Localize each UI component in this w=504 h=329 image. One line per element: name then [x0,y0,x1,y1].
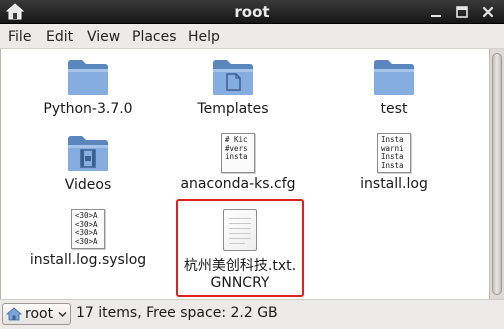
menu-file[interactable]: File [8,29,31,45]
file-item-python[interactable]: Python-3.7.0 [33,57,143,118]
close-icon[interactable] [480,4,496,20]
status-summary: 17 items, Free space: 2.2 GB [76,305,278,321]
text-document-icon: Insta warni Insta Insta [377,133,411,173]
folder-icon [374,60,414,95]
vertical-scrollbar[interactable] [489,49,504,299]
file-item-templates[interactable]: Templates [178,57,288,118]
title-bar[interactable]: root [0,0,504,24]
file-name: anaconda-ks.cfg [180,176,296,192]
text-document-icon: <30>A <30>A <30>A <30>A [71,209,105,249]
templates-folder-icon [213,60,253,95]
chevron-down-icon [58,311,67,318]
file-item-install-log[interactable]: Insta warni Insta Insta install.log [339,133,449,193]
menu-places[interactable]: Places [132,29,177,45]
file-name: install.log.syslog [29,252,147,268]
file-item-anaconda-ks[interactable]: # Kic #vers insta anaconda-ks.cfg [178,133,298,193]
file-name-line2: GNNCRY [210,275,270,291]
file-manager-window: root File Edit View Places Help Python-3… [0,0,504,329]
file-name: test [380,101,408,117]
file-item-install-log-syslog[interactable]: <30>A <30>A <30>A <30>A install.log.sysl… [23,209,153,269]
file-item-test[interactable]: test [339,57,449,118]
scrollbar-thumb[interactable] [492,53,502,295]
file-item-encrypted-txt[interactable]: 杭州美创科技.txt. GNNCRY [178,209,302,292]
menu-bar: File Edit View Places Help [0,24,504,49]
status-bar: root 17 items, Free space: 2.2 GB [0,299,504,329]
file-name-line1: 杭州美创科技.txt. [183,258,297,274]
videos-folder-icon [68,136,108,171]
location-dropdown[interactable]: root [2,303,71,325]
file-icon-view[interactable]: Python-3.7.0 Templates test Videos # Kic… [0,49,489,299]
file-name: Videos [64,177,112,193]
home-folder-icon [6,307,22,321]
location-label: root [25,306,54,322]
file-name: install.log [360,176,428,192]
blank-document-icon [223,209,257,251]
file-item-videos[interactable]: Videos [33,133,143,194]
file-name: Templates [197,101,269,117]
menu-edit[interactable]: Edit [46,29,73,45]
maximize-icon[interactable] [454,4,470,20]
menu-view[interactable]: View [87,29,120,45]
text-document-icon: # Kic #vers insta [221,133,255,173]
folder-icon [68,60,108,95]
menu-help[interactable]: Help [188,29,220,45]
file-name: Python-3.7.0 [43,101,133,117]
minimize-icon[interactable] [428,4,444,20]
